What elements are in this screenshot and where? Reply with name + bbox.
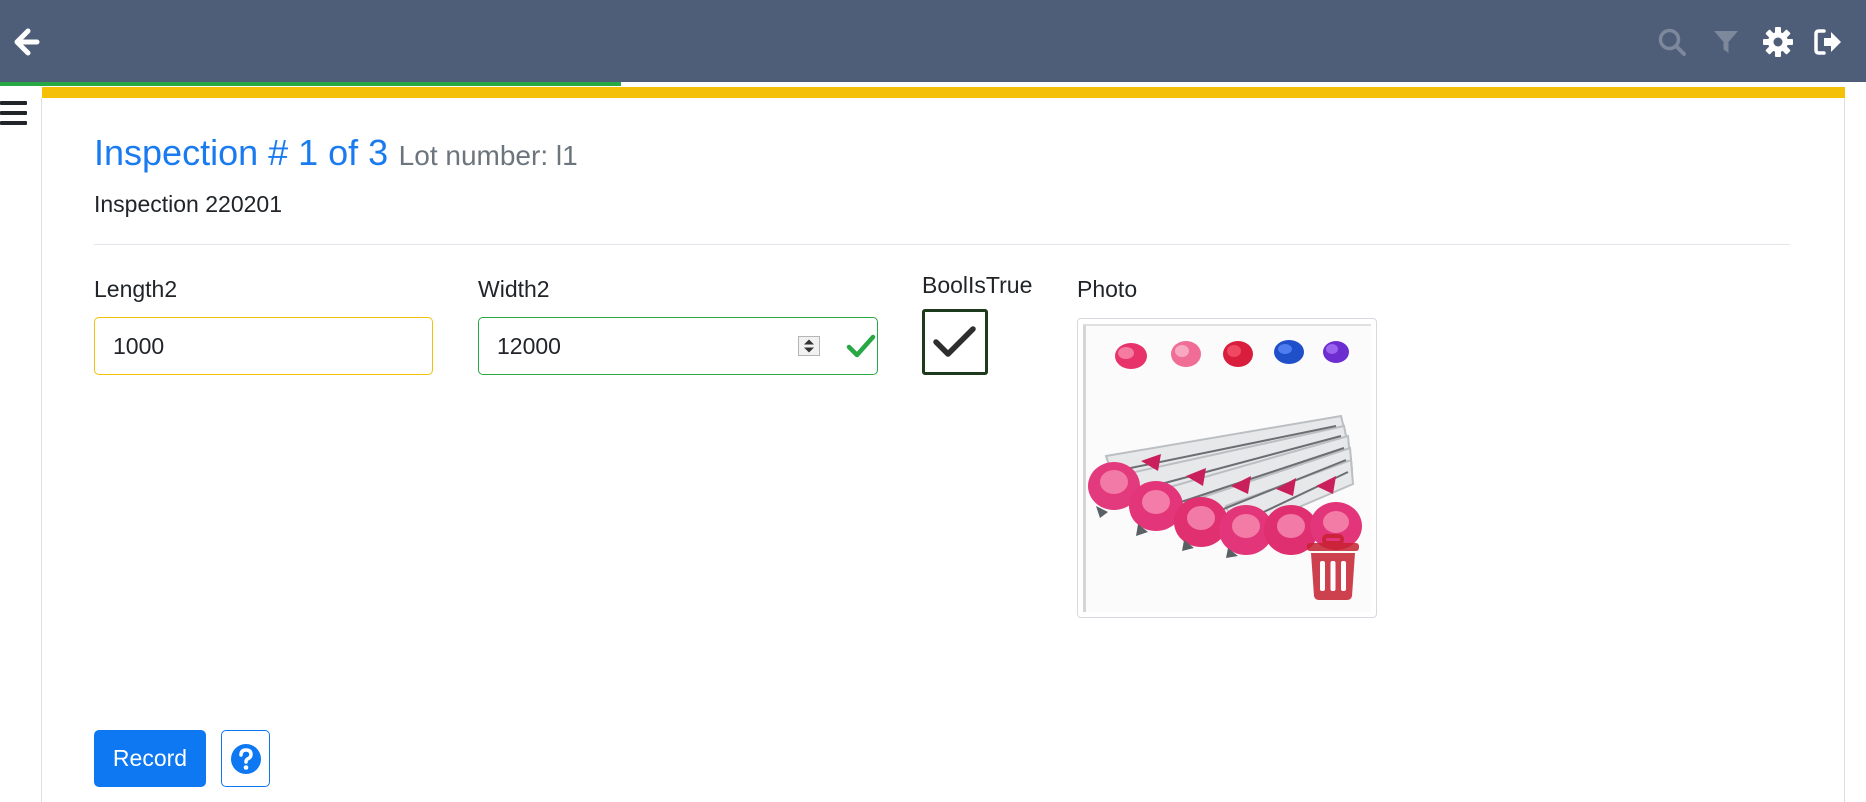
settings-button[interactable] [1760, 24, 1796, 60]
bool-label: BoolIsTrue [922, 272, 1033, 298]
lot-number: Lot number: l1 [398, 140, 578, 171]
progress-fill [0, 82, 622, 86]
filter-icon [1714, 31, 1738, 53]
menu-toggle-button[interactable] [0, 98, 30, 132]
search-icon [1658, 28, 1686, 56]
record-button[interactable]: Record [94, 730, 206, 787]
hamburger-icon [0, 101, 27, 105]
header-divider [94, 244, 1790, 245]
bool-checkbox[interactable] [922, 309, 988, 375]
photo-label: Photo [1077, 276, 1138, 302]
gear-icon [1763, 27, 1793, 57]
warning-strip [42, 87, 1845, 98]
inspection-card [41, 98, 1845, 802]
hamburger-icon-bar [0, 121, 27, 125]
trash-icon [1307, 534, 1359, 600]
arrow-left-icon [14, 28, 40, 56]
length-input[interactable] [94, 317, 433, 375]
spinner-arrows-icon [804, 339, 814, 353]
search-button[interactable] [1654, 24, 1690, 60]
top-navbar [0, 0, 1866, 82]
page-title: Inspection # 1 of 3 [94, 132, 389, 173]
width-label: Width2 [478, 276, 550, 302]
help-button[interactable] [221, 730, 270, 787]
inspection-name: Inspection 220201 [94, 191, 282, 217]
width-stepper[interactable] [798, 336, 820, 356]
sign-out-icon [1814, 29, 1841, 55]
logout-button[interactable] [1810, 24, 1846, 60]
question-circle-icon [230, 743, 261, 774]
filter-button[interactable] [1708, 24, 1744, 60]
delete-photo-button[interactable] [1304, 534, 1362, 602]
hamburger-icon-bar [0, 111, 27, 115]
checkmark-icon [933, 326, 976, 357]
page-header: Inspection # 1 of 3 Lot number: l1 [94, 132, 578, 174]
inspection-progress-bar [0, 82, 1866, 86]
check-valid-icon [846, 334, 876, 358]
length-label: Length2 [94, 276, 178, 302]
back-button[interactable] [8, 24, 44, 60]
